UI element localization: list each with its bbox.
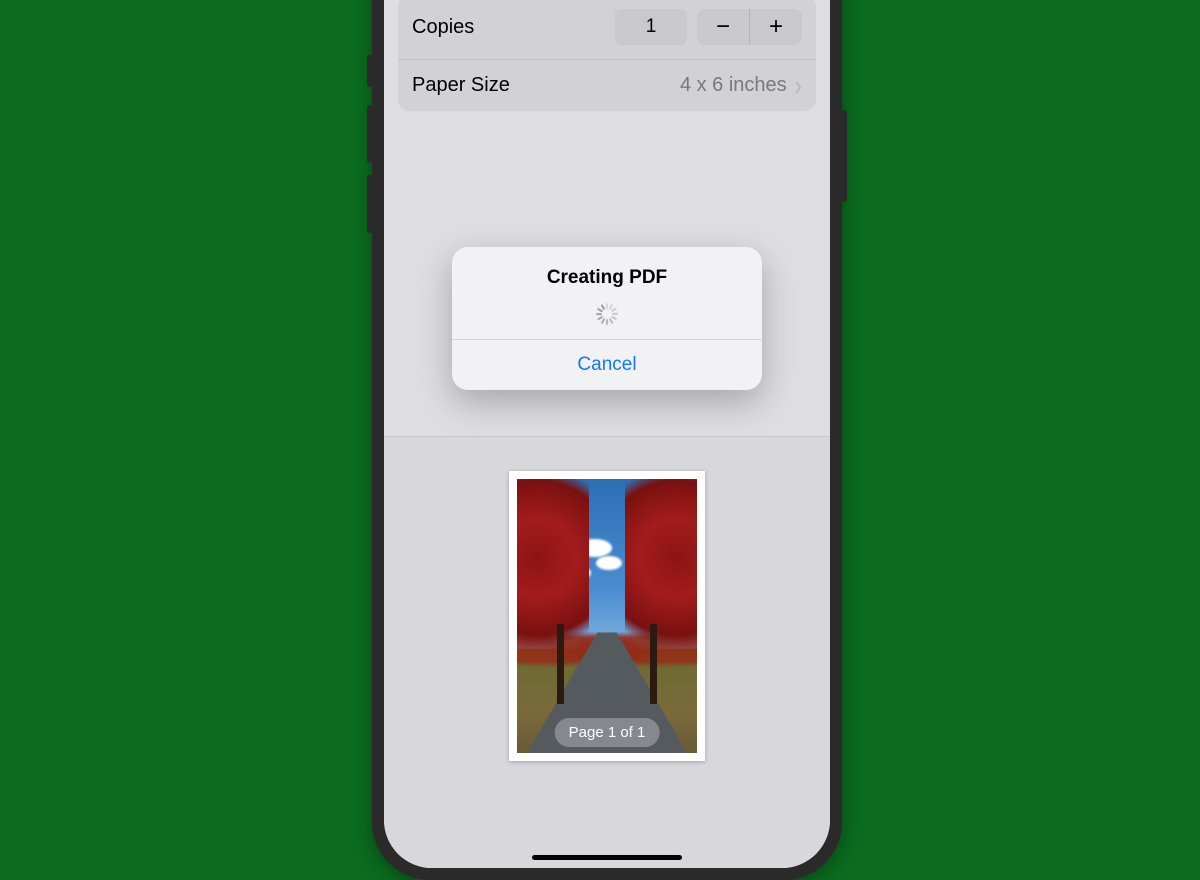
volume-up-button [367,105,372,163]
copies-decrement-button[interactable]: − [697,9,750,45]
paper-size-value: 4 x 6 inches [680,74,787,97]
paper-size-label: Paper Size [412,74,510,97]
creating-pdf-alert: Creating PDF [452,247,762,390]
page-indicator-pill: Page 1 of 1 [555,718,660,747]
copies-increment-button[interactable]: + [750,9,802,45]
paper-size-row[interactable]: Paper Size 4 x 6 inches › [398,59,816,111]
phone-screen: Printer No Printer Selected › Copies 1 [384,0,830,868]
thumbnail-image [517,479,697,753]
copies-field[interactable]: 1 [615,9,687,45]
copies-stepper: − + [697,9,802,45]
print-settings-card: Copies 1 − + [398,0,816,111]
home-indicator[interactable] [532,855,682,860]
volume-down-button [367,175,372,233]
side-button [367,55,372,87]
alert-title: Creating PDF [547,267,667,289]
page-indicator-text: Page 1 of 1 [569,724,646,741]
copies-row: Copies 1 − + [398,0,816,59]
chevron-right-icon: › [795,71,802,100]
copies-label: Copies [412,16,474,39]
spinner-icon [596,303,618,325]
cancel-button[interactable]: Cancel [452,340,762,390]
cancel-button-label: Cancel [577,354,636,375]
plus-icon: + [769,13,783,41]
print-preview-area: Page 1 of 1 [384,437,830,868]
print-options-panel: Printer No Printer Selected › Copies 1 [384,0,830,111]
minus-icon: − [716,13,730,41]
page-thumbnail[interactable]: Page 1 of 1 [509,471,705,761]
copies-value: 1 [646,16,657,38]
phone-frame: Printer No Printer Selected › Copies 1 [372,0,842,880]
power-button [842,110,847,202]
